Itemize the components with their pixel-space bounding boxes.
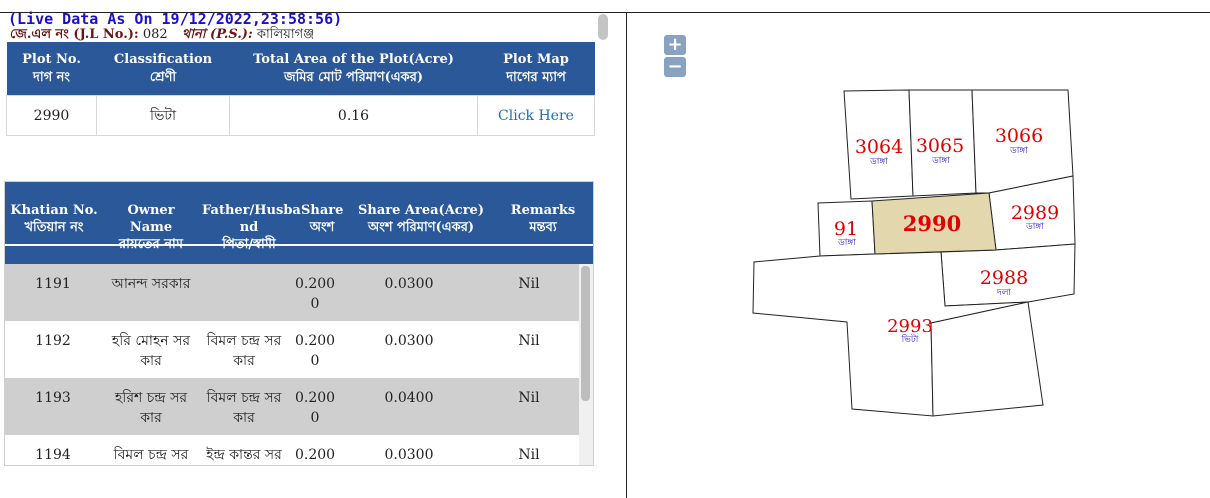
plot-table: Plot No. দাগ নং Classification শ্রেণী Tota… xyxy=(6,42,595,136)
plot-no-cell: 2990 xyxy=(6,95,97,136)
jl-value: 082 xyxy=(142,27,168,42)
zoom-in-button[interactable]: + xyxy=(664,35,686,55)
khatian-cell: 1194 xyxy=(35,447,71,463)
plot-map-panel[interactable]: + − 3064 3065 3066 91 2990 2989 2988 299… xyxy=(627,13,1210,498)
khatian-cell: 1193 xyxy=(35,390,71,406)
cadastral-map[interactable]: 3064 3065 3066 91 2990 2989 2988 2993 ডা… xyxy=(627,13,1210,498)
plot-3065-label: 3065 xyxy=(916,135,964,157)
click-here-link[interactable]: Click Here xyxy=(498,108,574,124)
owner-cell: হরি মোহন সর কার xyxy=(111,333,191,369)
header-khatian-no: Khatian No. খতিয়ান নং xyxy=(10,203,98,235)
header-plot-map: Plot Map দাগের ম্যাপ xyxy=(477,42,595,96)
share-area-cell: 0.0300 xyxy=(384,276,434,292)
share-area-cell: 0.0300 xyxy=(384,333,434,349)
plot-table-row: 2990 ভিটা 0.16 Click Here xyxy=(6,95,595,136)
header-total-area: Total Area of the Plot(Acre) জমির মোট পরি… xyxy=(229,42,478,96)
remarks-cell: Nil xyxy=(518,447,540,463)
area-cell: 0.16 xyxy=(229,95,478,136)
owner-table-header: Khatian No. খতিয়ান নং Owner Name রায়তের … xyxy=(5,182,593,264)
scrollbar-thumb[interactable] xyxy=(598,14,608,40)
header-remarks: Remarks মন্তব্য xyxy=(510,203,576,235)
header-share-area: Share Area(Acre) অংশ পরিমাণ(একর) xyxy=(358,203,484,235)
father-cell: ইন্দ্র কান্তর সর xyxy=(206,447,282,463)
share-cell: 0.200 0 xyxy=(295,390,336,426)
owner-cell: হরিশ চন্দ্র সর কার xyxy=(114,390,188,426)
share-cell: 0.200 0 xyxy=(295,333,336,369)
plot-2988-label: 2988 xyxy=(980,267,1028,289)
khatian-cell: 1192 xyxy=(35,333,71,349)
plot-3066-class: ডাঙ্গা xyxy=(1009,146,1028,156)
plot-2988-class: দলা xyxy=(996,288,1011,298)
header-plot-no: Plot No. দাগ নং xyxy=(6,42,97,96)
plot-map-cell: Click Here xyxy=(477,95,595,136)
owner-cell: বিমল চন্দ্র সর xyxy=(113,447,189,463)
remarks-cell: Nil xyxy=(518,276,540,292)
plot-2989-class: ডাঙ্গা xyxy=(1025,222,1044,232)
share-area-cell: 0.0400 xyxy=(384,390,434,406)
plot-2993-class: ভিটা xyxy=(901,333,919,345)
scrollbar-thumb[interactable] xyxy=(581,266,590,401)
plot-3066-label: 3066 xyxy=(995,125,1043,147)
zoom-out-button[interactable]: − xyxy=(664,57,686,77)
header-classification: Classification শ্রেণী xyxy=(96,42,230,96)
plot-details-panel: (Live Data As On 19/12/2022,23:58:56) জে… xyxy=(0,0,626,498)
classification-cell: ভিটা xyxy=(96,95,230,136)
plot-2989-label: 2989 xyxy=(1011,202,1059,224)
plot-2993-lower xyxy=(930,301,1044,417)
owner-table: Khatian No. খতিয়ান নং Owner Name রায়তের … xyxy=(4,181,594,466)
owner-table-scrollbar[interactable] xyxy=(579,264,593,465)
plot-2993-label: 2993 xyxy=(887,316,933,337)
plot-3064-class: ডাঙ্গা xyxy=(869,157,888,167)
share-cell: 0.200 0 xyxy=(295,276,336,312)
plot-91-label: 91 xyxy=(834,218,858,240)
share-cell: 0.200 xyxy=(295,447,336,463)
table-row: 1192 হরি মোহন সর কার বিমল চন্দ্র সর কার … xyxy=(5,321,579,378)
header-share: Share অংশ xyxy=(301,203,344,235)
plot-table-header: Plot No. দাগ নং Classification শ্রেণী Tota… xyxy=(6,42,595,96)
ps-value: কালিয়াগঞ্জ xyxy=(256,27,315,42)
ps-label: থানা (P.S.): xyxy=(181,27,253,42)
table-row: 1193 হরিশ চন্দ্র সর কার বিমল চন্দ্র সর ক… xyxy=(5,378,579,435)
plot-91-class: ডাঙ্গা xyxy=(837,238,856,248)
father-cell: বিমল চন্দ্র সর কার xyxy=(206,390,282,426)
father-cell: বিমল চন্দ্র সর কার xyxy=(206,333,282,369)
owner-cell: আনন্দ সরকার xyxy=(111,276,191,292)
plot-3065-class: ডাঙ্গা xyxy=(931,156,950,166)
plot-2990-label: 2990 xyxy=(903,211,961,236)
table-row: 1191 আনন্দ সরকার 0.200 0 0.0300 Nil xyxy=(5,264,579,321)
jl-label: জে.এল নং (J.L No.): xyxy=(10,27,139,42)
header-divider xyxy=(5,244,593,246)
share-area-cell: 0.0300 xyxy=(384,447,434,463)
remarks-cell: Nil xyxy=(518,390,540,406)
khatian-cell: 1191 xyxy=(35,276,71,292)
zoom-control: + − xyxy=(664,35,686,79)
remarks-cell: Nil xyxy=(518,333,540,349)
table-row: 1194 বিমল চন্দ্র সর ইন্দ্র কান্তর সর 0.2… xyxy=(5,435,579,465)
plot-3064-label: 3064 xyxy=(855,136,903,158)
